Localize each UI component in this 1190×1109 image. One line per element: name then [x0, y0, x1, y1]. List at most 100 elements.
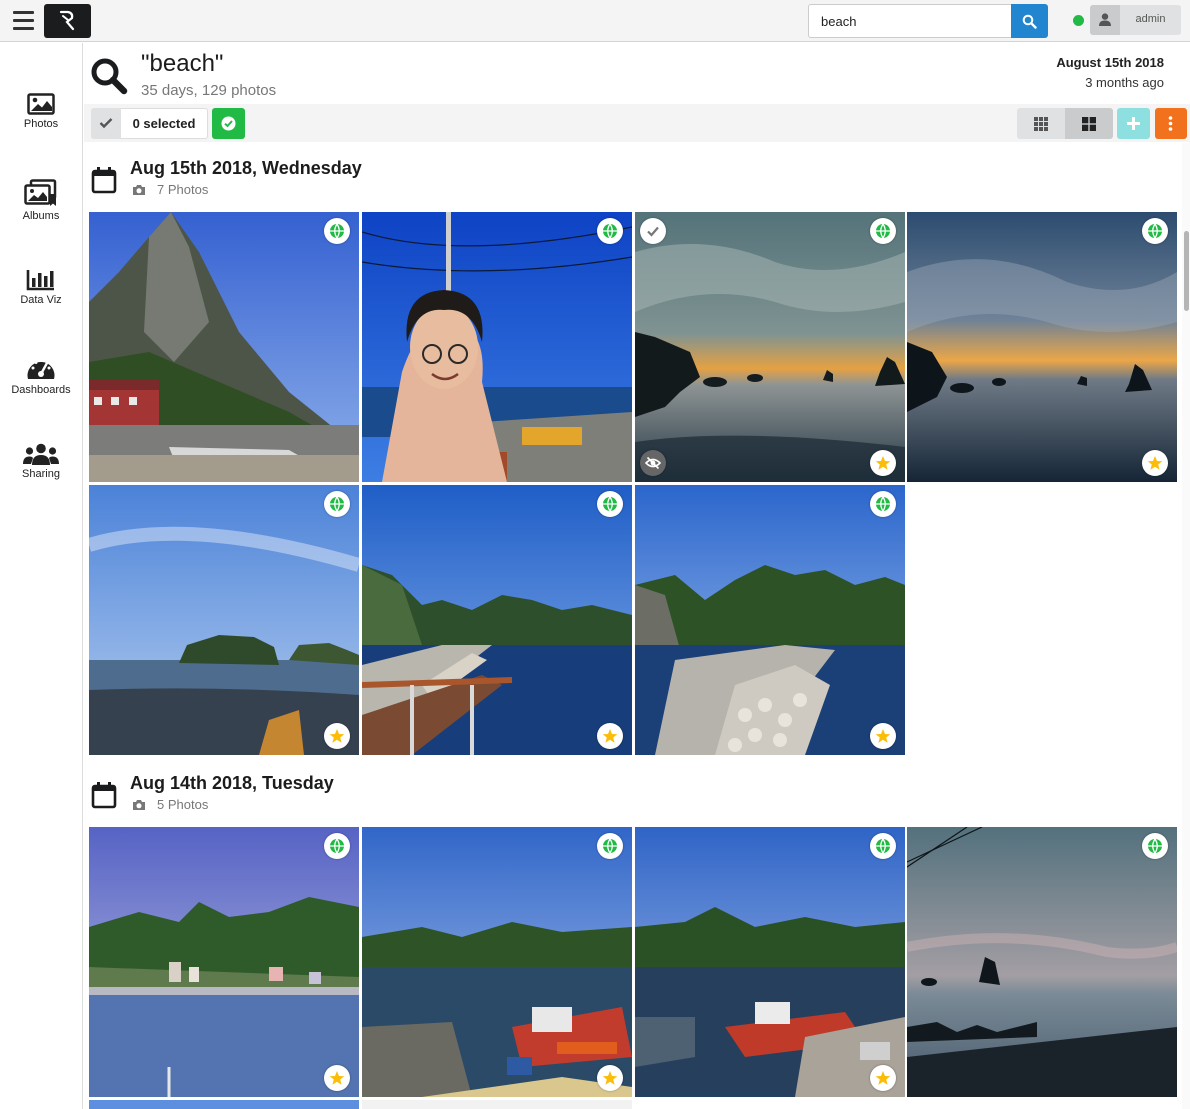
day-photo-count: 7 Photos: [157, 182, 209, 197]
sidebar-item-dashboards[interactable]: Dashboards: [0, 355, 82, 396]
toolbar: 0 selected: [84, 104, 1190, 142]
calendar-icon: [91, 782, 117, 809]
globe-icon: [330, 223, 344, 239]
sidebar: Photos Albums Data Viz Dashboards Sharin…: [0, 43, 83, 1109]
select-photo-check[interactable]: [640, 218, 666, 244]
search-button[interactable]: [1011, 4, 1048, 38]
public-badge[interactable]: [597, 491, 623, 517]
photo-thumbnail[interactable]: [362, 485, 632, 755]
search-icon: [91, 58, 128, 95]
hidden-eye-icon: [645, 456, 661, 470]
data-viz-icon: [26, 270, 54, 291]
star-icon: [329, 1071, 345, 1085]
photo-image: [907, 827, 1177, 1097]
favorite-badge[interactable]: [870, 450, 896, 476]
select-all-button[interactable]: [212, 108, 245, 139]
grid-small-icon: [1034, 117, 1048, 131]
photo-thumbnail[interactable]: [907, 827, 1177, 1097]
logo-icon[interactable]: [44, 4, 91, 38]
add-button[interactable]: [1117, 108, 1150, 139]
photo-image: [635, 827, 905, 1097]
globe-icon: [330, 838, 344, 854]
photos-icon: [27, 93, 55, 115]
check-icon: [647, 226, 659, 237]
public-badge[interactable]: [870, 833, 896, 859]
photo-thumbnail[interactable]: [362, 1100, 632, 1109]
camera-icon: [133, 800, 145, 810]
photo-thumbnail[interactable]: [89, 485, 359, 755]
day-photo-count: 5 Photos: [157, 797, 209, 812]
plus-icon: [1127, 117, 1140, 130]
globe-icon: [1148, 223, 1162, 239]
public-badge[interactable]: [597, 218, 623, 244]
header-date: August 15th 2018: [1056, 55, 1164, 70]
grid-large-button[interactable]: [1065, 108, 1113, 139]
sidebar-item-albums[interactable]: Albums: [0, 179, 82, 222]
check-circle-icon: [221, 116, 236, 131]
camera-icon: [133, 185, 145, 195]
star-icon: [875, 456, 891, 470]
public-badge[interactable]: [324, 833, 350, 859]
favorite-badge[interactable]: [597, 723, 623, 749]
grid-small-button[interactable]: [1017, 108, 1065, 139]
day-title: Aug 15th 2018, Wednesday: [130, 158, 362, 178]
favorite-badge[interactable]: [870, 723, 896, 749]
photo-image: [89, 485, 359, 755]
photo-thumbnail[interactable]: [362, 827, 632, 1097]
photo-thumbnail[interactable]: [89, 1100, 359, 1109]
public-badge[interactable]: [597, 833, 623, 859]
photo-image: [635, 485, 905, 755]
ellipsis-vertical-icon: [1168, 116, 1173, 131]
user-menu-button[interactable]: admin: [1090, 5, 1181, 35]
username-label: admin: [1135, 13, 1166, 25]
dashboards-icon: [27, 359, 55, 379]
photo-thumbnail[interactable]: [362, 212, 632, 482]
photo-thumbnail[interactable]: [89, 212, 359, 482]
top-bar: admin: [0, 0, 1190, 42]
globe-icon: [330, 496, 344, 512]
scrollbar-thumb[interactable]: [1184, 231, 1189, 311]
favorite-badge[interactable]: [324, 1065, 350, 1091]
grid-large-icon: [1082, 117, 1096, 131]
star-icon: [1147, 456, 1163, 470]
photo-thumbnail[interactable]: [635, 827, 905, 1097]
sharing-icon: [23, 443, 59, 465]
photo-image: [362, 212, 632, 482]
photo-thumbnail[interactable]: [89, 827, 359, 1097]
globe-icon: [603, 838, 617, 854]
sidebar-item-sharing[interactable]: Sharing: [0, 443, 82, 480]
photo-thumbnail[interactable]: [635, 212, 905, 482]
public-badge[interactable]: [870, 218, 896, 244]
public-badge[interactable]: [324, 491, 350, 517]
favorite-badge[interactable]: [870, 1065, 896, 1091]
select-toggle-button[interactable]: [91, 108, 121, 139]
globe-icon: [1148, 838, 1162, 854]
photo-thumbnail[interactable]: [635, 485, 905, 755]
page-subtitle: 35 days, 129 photos: [141, 82, 277, 99]
albums-icon: [24, 179, 57, 206]
sidebar-item-photos[interactable]: Photos: [0, 93, 82, 130]
globe-icon: [603, 496, 617, 512]
sidebar-item-data-viz[interactable]: Data Viz: [0, 269, 82, 306]
photo-thumbnail[interactable]: [907, 212, 1177, 482]
photo-image: [907, 212, 1177, 482]
more-options-button[interactable]: [1155, 108, 1187, 139]
star-icon: [602, 1071, 618, 1085]
public-badge[interactable]: [870, 491, 896, 517]
check-icon: [99, 118, 113, 129]
public-badge[interactable]: [1142, 833, 1168, 859]
public-badge[interactable]: [1142, 218, 1168, 244]
hidden-badge[interactable]: [640, 450, 666, 476]
photo-image: [362, 1100, 632, 1109]
favorite-badge[interactable]: [324, 723, 350, 749]
public-badge[interactable]: [324, 218, 350, 244]
favorite-badge[interactable]: [1142, 450, 1168, 476]
globe-icon: [876, 496, 890, 512]
hamburger-icon[interactable]: [13, 11, 34, 30]
search-input[interactable]: [808, 4, 1011, 38]
photo-image: [635, 212, 905, 482]
star-icon: [602, 729, 618, 743]
globe-icon: [603, 223, 617, 239]
favorite-badge[interactable]: [597, 1065, 623, 1091]
search-icon: [1022, 14, 1037, 29]
